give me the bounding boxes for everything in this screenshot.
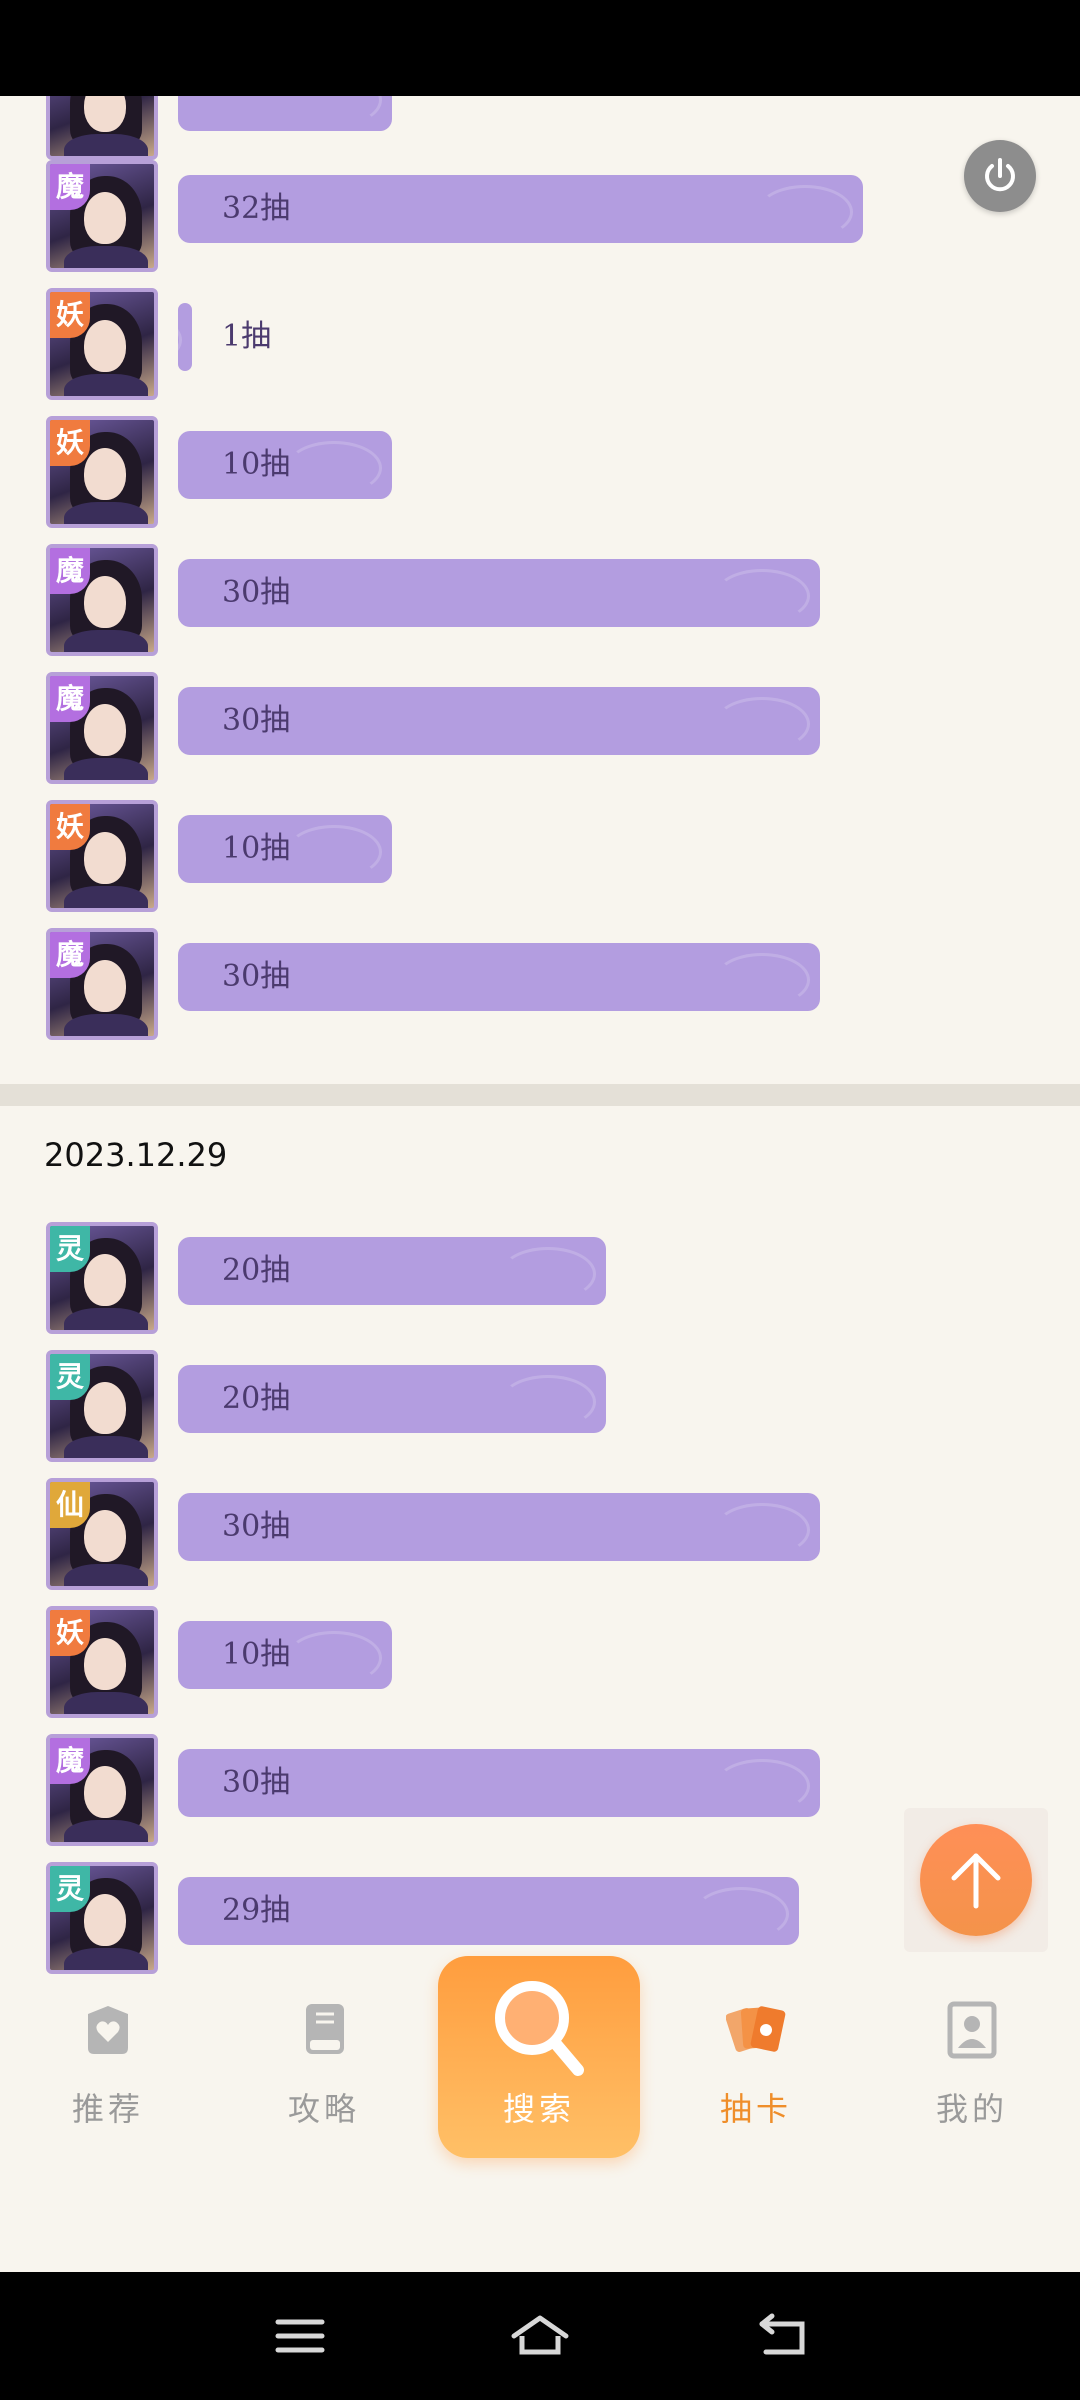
character-avatar: 魔: [46, 544, 158, 656]
character-avatar: 魔: [46, 672, 158, 784]
profile-icon: [947, 2001, 997, 2059]
faction-badge: 妖: [50, 420, 90, 466]
list-item[interactable]: 魔 30抽: [0, 536, 1080, 664]
scroll-to-top-button[interactable]: [920, 1824, 1032, 1936]
faction-badge: 魔: [50, 548, 90, 594]
bottom-nav: 推荐 攻略 搜索 抽卡 我的: [0, 1956, 1080, 2272]
draw-count-bar: [178, 303, 192, 371]
nav-item-recommend[interactable]: 推荐: [28, 2000, 188, 2140]
nav-label: 抽卡: [719, 2090, 792, 2128]
character-avatar: 灵: [46, 1862, 158, 1974]
list-item[interactable]: 妖 10抽: [0, 792, 1080, 920]
draw-count-label: 30抽: [222, 1509, 291, 1544]
scroll-top-container: [904, 1808, 1048, 1952]
character-avatar: 妖: [46, 800, 158, 912]
character-avatar: 妖: [46, 416, 158, 528]
home-icon[interactable]: [508, 2312, 572, 2360]
character-avatar: 妖: [46, 1606, 158, 1718]
draw-count-label: 29抽: [222, 1893, 291, 1928]
draw-history-list[interactable]: 魔 32抽妖 1抽妖 10抽魔 30抽魔 30抽妖 10抽魔 30抽 2023.12.29 灵…: [0, 96, 1080, 1980]
search-icon: [495, 1981, 584, 2076]
nav-item-profile[interactable]: 我的: [892, 2000, 1052, 2140]
character-avatar: 魔: [46, 160, 158, 272]
character-avatar: 灵: [46, 1222, 158, 1334]
character-avatar: 灵: [46, 1350, 158, 1462]
group-date: 2023.12.29: [44, 1136, 228, 1174]
list-item[interactable]: 魔 30抽: [0, 920, 1080, 1048]
power-icon: [985, 158, 1015, 192]
draw-count-label: 30抽: [222, 1765, 291, 1800]
faction-badge: 魔: [50, 164, 90, 210]
draw-count-label: 10抽: [222, 447, 291, 482]
nav-item-gacha[interactable]: 抽卡: [676, 2000, 836, 2140]
list-item[interactable]: 灵 20抽: [0, 1214, 1080, 1342]
character-avatar: 仙: [46, 1478, 158, 1590]
menu-icon[interactable]: [270, 2312, 330, 2360]
list-item[interactable]: 妖 1抽: [0, 280, 1080, 408]
character-avatar: 妖: [46, 288, 158, 400]
arrow-up-icon: [951, 1853, 1001, 1909]
section-divider: [0, 1084, 1080, 1106]
list-item[interactable]: 妖 10抽: [0, 408, 1080, 536]
cards-icon: [726, 2006, 786, 2052]
list-item[interactable]: 仙 30抽: [0, 1470, 1080, 1598]
draw-count-label: 30抽: [222, 703, 291, 738]
draw-count-label: 10抽: [222, 831, 291, 866]
faction-badge: 妖: [50, 292, 90, 338]
faction-badge: 灵: [50, 1226, 90, 1272]
character-avatar: 魔: [46, 928, 158, 1040]
list-item[interactable]: 魔 32抽: [0, 152, 1080, 280]
faction-badge: 妖: [50, 804, 90, 850]
faction-badge: 魔: [50, 1738, 90, 1784]
draw-count-label: 20抽: [222, 1253, 291, 1288]
draw-count-label: 20抽: [222, 1381, 291, 1416]
status-bar: [0, 0, 1080, 96]
nav-label: 搜索: [502, 2090, 575, 2128]
faction-badge: 妖: [50, 1610, 90, 1656]
nav-label: 攻略: [287, 2090, 360, 2128]
faction-badge: 灵: [50, 1354, 90, 1400]
power-button[interactable]: [964, 140, 1036, 212]
draw-count-label: 1抽: [222, 319, 272, 354]
draw-count-label: 32抽: [222, 191, 291, 226]
nav-label: 我的: [935, 2090, 1008, 2128]
character-avatar: 魔: [46, 1734, 158, 1846]
character-avatar: [46, 96, 158, 160]
draw-count-bar: [178, 96, 392, 131]
system-nav-bar: [0, 2272, 1080, 2400]
draw-count-label: 30抽: [222, 575, 291, 610]
list-item[interactable]: 魔 30抽: [0, 664, 1080, 792]
draw-count-label: 30抽: [222, 959, 291, 994]
faction-badge: 仙: [50, 1482, 90, 1528]
nav-item-search[interactable]: 搜索: [438, 1956, 640, 2158]
draw-count-label: 10抽: [222, 1637, 291, 1672]
faction-badge: 魔: [50, 676, 90, 722]
back-icon[interactable]: [752, 2312, 812, 2360]
faction-badge: 灵: [50, 1866, 90, 1912]
faction-badge: 魔: [50, 932, 90, 978]
heart-box-icon: [88, 2006, 128, 2054]
nav-label: 推荐: [71, 2090, 144, 2128]
book-icon: [306, 2004, 344, 2054]
list-item[interactable]: 灵 20抽: [0, 1342, 1080, 1470]
list-item[interactable]: 妖 10抽: [0, 1598, 1080, 1726]
nav-item-guide[interactable]: 攻略: [244, 2000, 404, 2140]
